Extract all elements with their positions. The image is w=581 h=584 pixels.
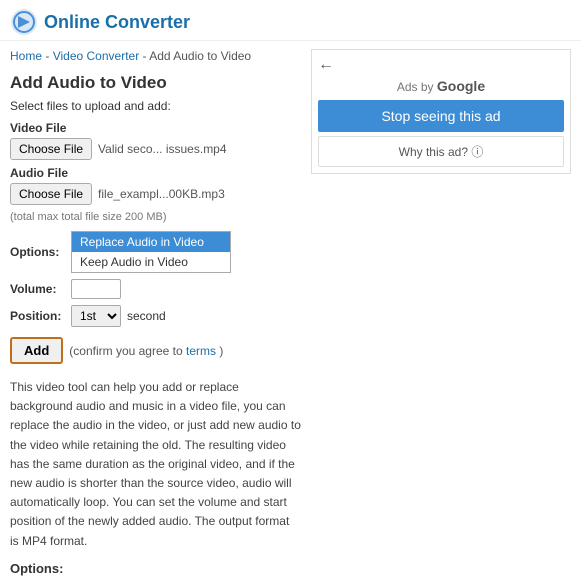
dropdown-item-keep[interactable]: Keep Audio in Video xyxy=(72,252,230,272)
volume-label: Volume: xyxy=(10,282,65,296)
confirm-text: (confirm you agree to terms ) xyxy=(69,344,223,358)
description-text: This video tool can help you add or repl… xyxy=(10,378,301,551)
options-dropdown-wrapper: Replace Audio in Video Keep Audio in Vid… xyxy=(71,231,231,273)
logo-icon xyxy=(10,8,38,36)
options-row: Options: Replace Audio in Video Keep Aud… xyxy=(10,231,301,273)
add-button[interactable]: Add xyxy=(10,337,63,364)
left-panel: Home - Video Converter - Add Audio to Vi… xyxy=(10,49,301,576)
ads-by-text: Ads by Google xyxy=(318,78,564,94)
options-label: Options: xyxy=(10,245,65,259)
dropdown-item-replace[interactable]: Replace Audio in Video xyxy=(72,232,230,252)
breadcrumb: Home - Video Converter - Add Audio to Vi… xyxy=(10,49,301,63)
video-choose-btn[interactable]: Choose File xyxy=(10,138,92,160)
options-dropdown-list: Replace Audio in Video Keep Audio in Vid… xyxy=(71,231,231,273)
position-select[interactable]: 1st 2nd 3rd 4th 5th xyxy=(71,305,121,327)
second-text: second xyxy=(127,309,166,323)
page-title: Add Audio to Video xyxy=(10,73,301,93)
header-logo: Online Converter xyxy=(10,8,190,36)
breadcrumb-converter[interactable]: Video Converter xyxy=(53,49,140,63)
options-heading: Options: xyxy=(10,561,301,576)
breadcrumb-current: Add Audio to Video xyxy=(149,49,251,63)
terms-link[interactable]: terms xyxy=(186,344,216,358)
video-file-label: Video File xyxy=(10,121,301,135)
audio-choose-btn[interactable]: Choose File xyxy=(10,183,92,205)
page-subtitle: Select files to upload and add: xyxy=(10,99,301,113)
stop-ad-button[interactable]: Stop seeing this ad xyxy=(318,100,564,132)
add-row: Add (confirm you agree to terms ) xyxy=(10,337,301,364)
why-ad-button[interactable]: Why this ad? ⓘ xyxy=(318,136,564,167)
volume-row: Volume: xyxy=(10,279,301,299)
audio-file-label: Audio File xyxy=(10,166,301,180)
breadcrumb-home[interactable]: Home xyxy=(10,49,42,63)
right-panel: ← Ads by Google Stop seeing this ad Why … xyxy=(311,49,571,576)
volume-input[interactable] xyxy=(71,279,121,299)
google-label: Google xyxy=(437,78,485,94)
video-file-row: Choose File Valid seco... issues.mp4 xyxy=(10,138,301,160)
site-title: Online Converter xyxy=(44,12,190,33)
position-row: Position: 1st 2nd 3rd 4th 5th second xyxy=(10,305,301,327)
video-file-info: Valid seco... issues.mp4 xyxy=(98,142,227,156)
ad-back-button[interactable]: ← xyxy=(318,56,564,74)
file-size-note: (total max total file size 200 MB) xyxy=(10,211,301,223)
audio-file-info: file_exampl...00KB.mp3 xyxy=(98,187,225,201)
audio-file-row: Choose File file_exampl...00KB.mp3 xyxy=(10,183,301,205)
ad-panel: ← Ads by Google Stop seeing this ad Why … xyxy=(311,49,571,174)
position-label: Position: xyxy=(10,309,65,323)
